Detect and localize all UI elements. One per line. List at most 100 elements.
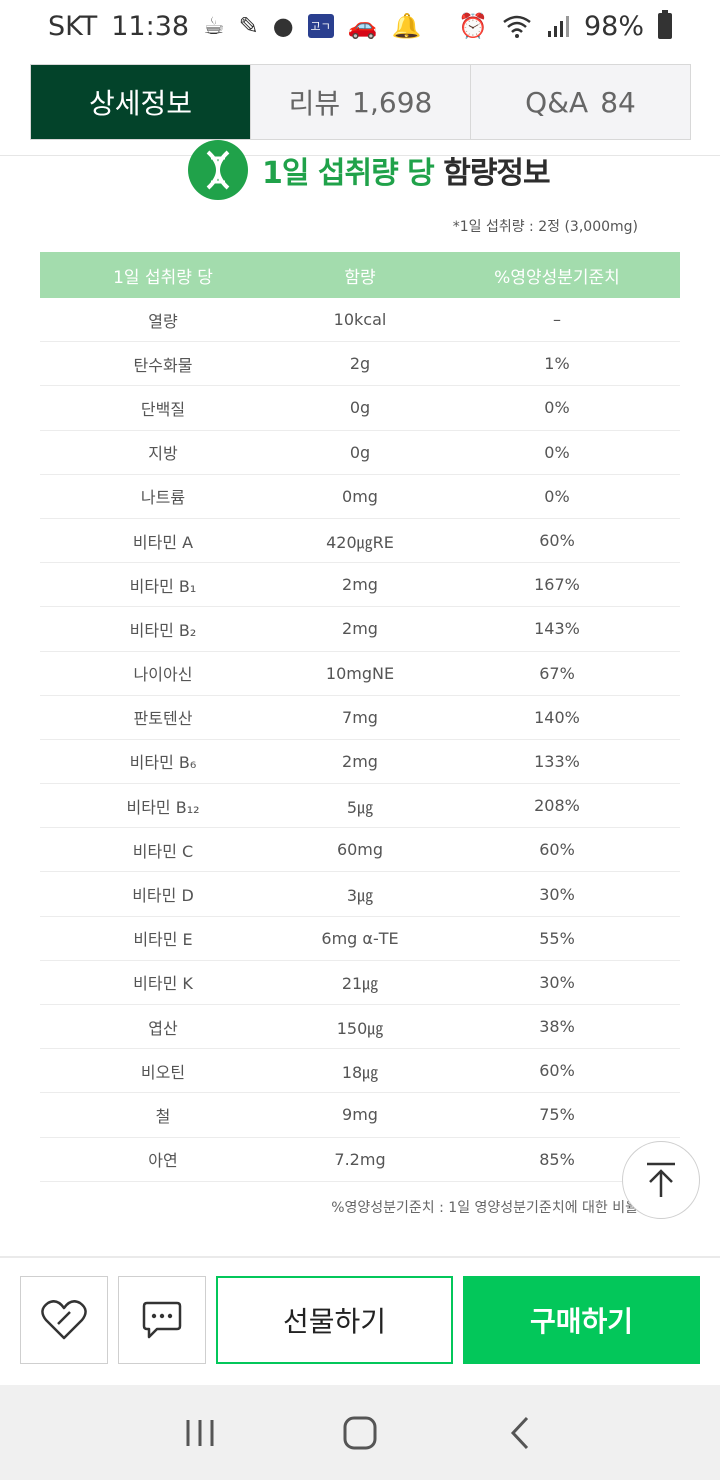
section-heading: 1일 섭취량 당 함량정보 bbox=[188, 140, 551, 200]
cell-nutrient: 탄수화물 bbox=[133, 355, 193, 375]
section-title: 1일 섭취량 당 함량정보 bbox=[262, 148, 551, 192]
cell-nutrient: 비타민 K bbox=[133, 974, 193, 994]
cell-amount: 10mgNE bbox=[325, 663, 395, 683]
status-bar: SKT 11:38 ☕ ✎ ● 고ㄱ 🚗 🔔 ⏰ 98% bbox=[0, 0, 720, 52]
table-row: 단백질 0g 0% bbox=[40, 386, 680, 431]
cell-amount: 2g bbox=[349, 354, 371, 374]
cell-nutrient: 판토텐산 bbox=[133, 709, 193, 729]
home-button[interactable] bbox=[330, 1403, 390, 1463]
cell-amount: 5㎍ bbox=[346, 797, 374, 817]
cell-daily-value: 60% bbox=[539, 840, 575, 860]
table-row: 나트륨 0mg 0% bbox=[40, 475, 680, 519]
home-icon bbox=[343, 1416, 377, 1449]
cell-daily-value: 1% bbox=[544, 354, 570, 374]
table-row: 비타민 B₆ 2mg 133% bbox=[40, 740, 680, 785]
cell-nutrient: 비오틴 bbox=[140, 1062, 186, 1082]
arrow-up-icon bbox=[647, 1162, 675, 1197]
divider bbox=[0, 1256, 720, 1258]
cell-daily-value: 0% bbox=[544, 442, 570, 462]
cell-daily-value: 60% bbox=[539, 1061, 575, 1081]
cell-nutrient: 지방 bbox=[148, 444, 178, 464]
nutrition-table: 1일 섭취량 당 함량 %영양성분기준치 열량 10kcal – 탄수화물 2g 1% 단백… bbox=[40, 252, 680, 1182]
tab-label: 상세정보 bbox=[88, 87, 193, 120]
tab-qna[interactable]: Q&A 84 bbox=[470, 65, 690, 139]
cell-daily-value: 167% bbox=[534, 575, 580, 595]
cell-daily-value: 38% bbox=[539, 1017, 575, 1037]
detail-tabs: 상세정보 리뷰 1,698 Q&A 84 bbox=[30, 64, 691, 140]
cell-amount: 10kcal bbox=[333, 310, 387, 330]
header-nutrient: 1일 섭취량 당 bbox=[113, 267, 213, 288]
cell-nutrient: 비타민 B₂ bbox=[129, 620, 197, 640]
table-row: 아연 7.2mg 85% bbox=[40, 1138, 680, 1182]
tab-reviews[interactable]: 리뷰 1,698 bbox=[250, 65, 470, 139]
wifi-icon bbox=[503, 15, 531, 38]
tab-label: 리뷰 bbox=[288, 87, 341, 120]
cell-amount: 18㎍ bbox=[341, 1062, 379, 1082]
battery-icon bbox=[658, 10, 672, 39]
table-body: 열량 10kcal – 탄수화물 2g 1% 단백질 0g 0% 지방 0g 0% 나트륨 0mg 0% 비타… bbox=[40, 298, 680, 1182]
cell-nutrient: 비타민 B₁ bbox=[129, 576, 197, 596]
table-header: 1일 섭취량 당 함량 %영양성분기준치 bbox=[40, 252, 680, 298]
talk-button[interactable] bbox=[118, 1276, 206, 1364]
cell-daily-value: 67% bbox=[539, 663, 575, 683]
cell-nutrient: 비타민 B₆ bbox=[129, 753, 197, 773]
system-nav-bar bbox=[0, 1385, 720, 1480]
table-row: 비타민 B₂ 2mg 143% bbox=[40, 607, 680, 652]
recent-apps-button[interactable] bbox=[170, 1403, 230, 1463]
heart-outline-icon bbox=[41, 1300, 87, 1340]
cell-amount: 0g bbox=[349, 398, 371, 418]
table-row: 나이아신 10mgNE 67% bbox=[40, 652, 680, 696]
table-row: 탄수화물 2g 1% bbox=[40, 342, 680, 387]
cell-nutrient: 엽산 bbox=[148, 1018, 178, 1038]
dose-note: *1일 섭취량 : 2정 (3,000mg) bbox=[452, 219, 638, 235]
recent-apps-icon bbox=[186, 1419, 214, 1446]
cell-nutrient: 아연 bbox=[148, 1151, 178, 1171]
carrier-label: SKT bbox=[48, 10, 98, 42]
cell-amount: 0mg bbox=[342, 486, 378, 506]
status-right: ⏰ 98% bbox=[458, 10, 672, 42]
back-icon bbox=[510, 1416, 529, 1449]
wishlist-button[interactable] bbox=[20, 1276, 108, 1364]
cell-amount: 6mg α-TE bbox=[321, 928, 399, 948]
cell-nutrient: 비타민 A bbox=[132, 532, 194, 552]
tab-details[interactable]: 상세정보 bbox=[31, 65, 250, 139]
scroll-to-top-button[interactable] bbox=[622, 1141, 700, 1219]
cell-amount: 2mg bbox=[342, 619, 378, 639]
cell-nutrient: 비타민 E bbox=[133, 930, 193, 950]
back-button[interactable] bbox=[490, 1403, 550, 1463]
header-daily-value: %영양성분기준치 bbox=[494, 267, 620, 288]
cell-amount: 60mg bbox=[336, 840, 384, 860]
tab-label: Q&A bbox=[525, 85, 589, 119]
edit-icon: ✎ bbox=[238, 12, 259, 40]
cell-nutrient: 열량 bbox=[148, 311, 178, 331]
cell-daily-value: 60% bbox=[539, 531, 575, 551]
bell-icon: 🔔 bbox=[391, 12, 422, 40]
table-row: 비타민 E 6mg α-TE 55% bbox=[40, 917, 680, 961]
cell-amount: 7mg bbox=[342, 707, 378, 727]
cell-daily-value: 30% bbox=[539, 884, 575, 904]
signal-icon bbox=[547, 16, 569, 37]
table-row: 철 9mg 75% bbox=[40, 1093, 680, 1138]
cell-nutrient: 나트륨 bbox=[140, 488, 186, 508]
dna-icon bbox=[188, 140, 248, 200]
cell-daily-value: 208% bbox=[534, 796, 580, 816]
section-title-rest: 함량정보 bbox=[443, 156, 550, 191]
cell-daily-value: 55% bbox=[539, 928, 575, 948]
tab-count: 1,698 bbox=[352, 85, 433, 119]
buy-button[interactable]: 구매하기 bbox=[463, 1276, 700, 1364]
cell-nutrient: 단백질 bbox=[140, 399, 186, 419]
table-row: 판토텐산 7mg 140% bbox=[40, 696, 680, 740]
table-row: 지방 0g 0% bbox=[40, 431, 680, 475]
gift-button[interactable]: 선물하기 bbox=[216, 1276, 453, 1364]
table-row: 비타민 B₁₂ 5㎍ 208% bbox=[40, 784, 680, 829]
cell-daily-value: 0% bbox=[544, 398, 570, 418]
table-row: 열량 10kcal – bbox=[40, 298, 680, 343]
chat-bubble-icon bbox=[142, 1301, 182, 1339]
status-left: SKT 11:38 ☕ ✎ ● 고ㄱ 🚗 🔔 bbox=[48, 11, 421, 42]
cell-nutrient: 철 bbox=[155, 1106, 171, 1126]
cell-amount: 3㎍ bbox=[346, 886, 374, 906]
cell-amount: 420㎍RE bbox=[326, 532, 394, 552]
account-icon: ● bbox=[272, 12, 294, 40]
cell-nutrient: 비타민 B₁₂ bbox=[126, 797, 200, 817]
cell-daily-value: 75% bbox=[539, 1105, 575, 1125]
